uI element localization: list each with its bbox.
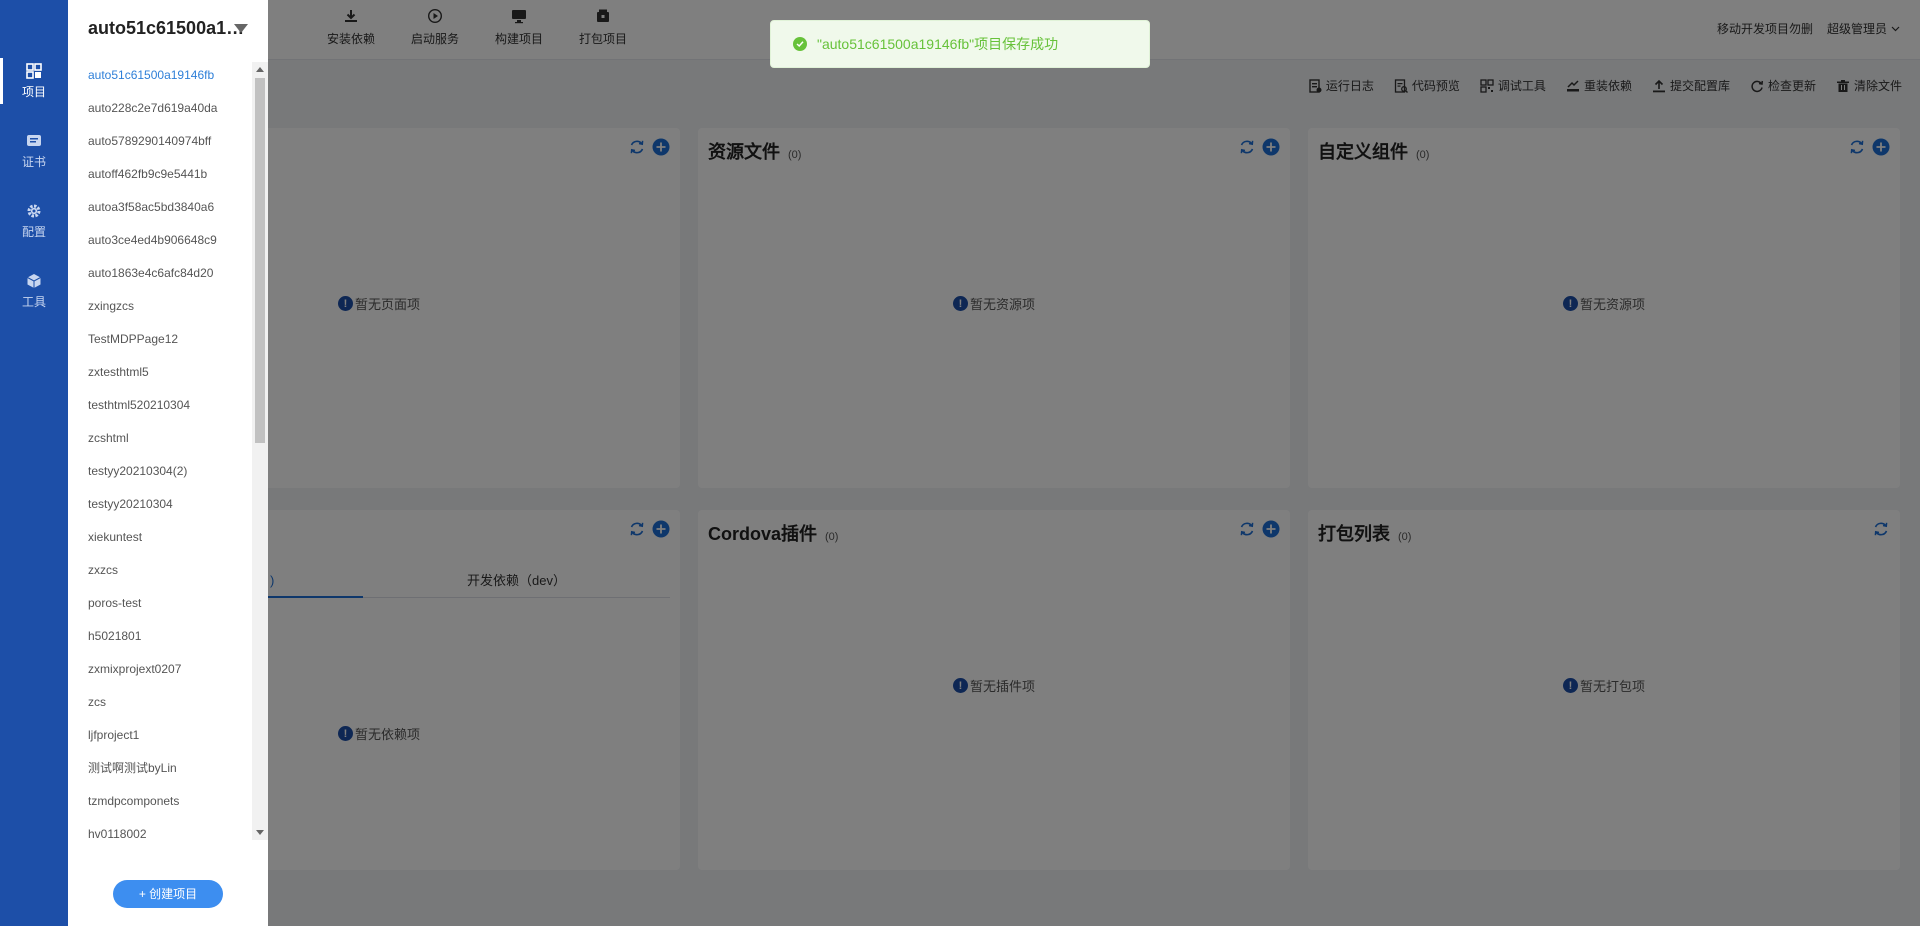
project-list-item[interactable]: hv0118002 <box>68 821 252 840</box>
project-list-item[interactable]: auto5789290140974bff <box>68 128 252 161</box>
check-circle-icon <box>793 37 807 51</box>
project-list-item[interactable]: testhtml520210304 <box>68 392 252 425</box>
nav-label: 工具 <box>21 294 46 309</box>
current-project-title: auto51c61500a19146fb <box>88 18 248 38</box>
project-list-item[interactable]: autoa3f58ac5bd3840a6 <box>68 194 252 227</box>
project-list-item[interactable]: tzmdpcomponets <box>68 788 252 821</box>
project-list-item[interactable]: 测试啊测试byLin <box>68 755 252 788</box>
project-list-item[interactable]: zxmixprojext0207 <box>68 656 252 689</box>
project-drawer: auto51c61500a19146fb auto51c61500a19146f… <box>68 0 268 926</box>
project-list-item[interactable]: zcshtml <box>68 425 252 458</box>
scroll-down-arrow-icon[interactable] <box>256 830 264 835</box>
project-list-item[interactable]: zxzcs <box>68 557 252 590</box>
modal-overlay[interactable] <box>68 0 1920 926</box>
nav-item-tools[interactable]: 工具 <box>0 256 68 326</box>
nav-label: 证书 <box>21 154 46 169</box>
project-list-item[interactable]: ljfproject1 <box>68 722 252 755</box>
nav-label: 配置 <box>21 224 46 239</box>
left-nav: 项目 证书 配置 工具 <box>0 0 68 926</box>
cube-icon <box>27 273 41 288</box>
gear-icon <box>27 204 41 217</box>
project-list-item[interactable]: poros-test <box>68 590 252 623</box>
nav-item-certificate[interactable]: 证书 <box>0 116 68 186</box>
project-list-item[interactable]: auto1863e4c6afc84d20 <box>68 260 252 293</box>
scrollbar-thumb[interactable] <box>255 78 265 443</box>
project-list-item[interactable]: TestMDPPage12 <box>68 326 252 359</box>
caret-down-icon[interactable] <box>234 24 248 33</box>
success-toast: "auto51c61500a19146fb"项目保存成功 <box>770 20 1150 68</box>
project-list-item[interactable]: zxtesthtml5 <box>68 359 252 392</box>
project-list-item[interactable]: auto3ce4ed4b906648c9 <box>68 227 252 260</box>
toast-message: "auto51c61500a19146fb"项目保存成功 <box>817 36 1059 52</box>
project-list-item[interactable]: auto51c61500a19146fb <box>68 62 252 95</box>
project-list-item[interactable]: xiekuntest <box>68 524 252 557</box>
scrollbar[interactable] <box>252 62 268 840</box>
project-list-item[interactable]: zcs <box>68 689 252 722</box>
nav-label: 项目 <box>21 84 46 99</box>
project-list-item[interactable]: autoff462fb9c9e5441b <box>68 161 252 194</box>
project-list: auto51c61500a19146fb auto228c2e7d619a40da… <box>68 62 252 840</box>
project-list-item[interactable]: auto228c2e7d619a40da <box>68 95 252 128</box>
project-list-item[interactable]: h5021801 <box>68 623 252 656</box>
scroll-up-arrow-icon[interactable] <box>256 67 264 72</box>
project-list-item[interactable]: testyy20210304 <box>68 491 252 524</box>
project-list-item[interactable]: zxingzcs <box>68 293 252 326</box>
nav-item-config[interactable]: 配置 <box>0 186 68 256</box>
nav-item-project[interactable]: 项目 <box>0 46 68 116</box>
project-icon <box>26 62 42 79</box>
project-list-item[interactable]: testyy20210304(2) <box>68 458 252 491</box>
create-project-button[interactable]: + 创建项目 <box>113 880 223 908</box>
certificate-icon <box>27 134 41 146</box>
